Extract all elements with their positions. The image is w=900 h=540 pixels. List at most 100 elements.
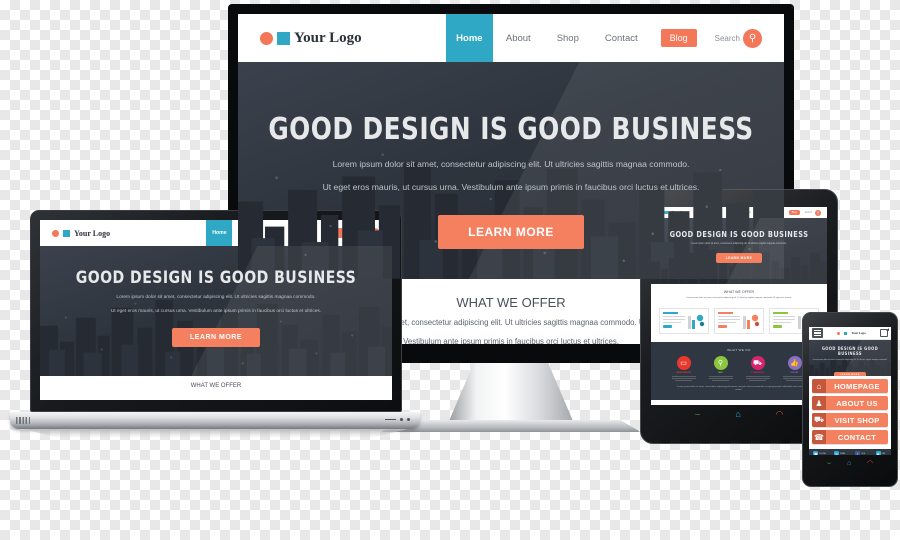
search-label: Search — [804, 211, 812, 214]
social-label: LIKE — [861, 452, 866, 455]
person-icon: ♟ — [812, 396, 826, 410]
card-text-placeholder — [718, 312, 740, 330]
laptop-screen: Your Logo Home About Shop Contact Blog S… — [40, 220, 392, 400]
learn-more-button[interactable]: LEARN MORE — [834, 371, 866, 376]
menu-item-contact[interactable]: ☎ CONTACT — [812, 430, 888, 444]
hero-paragraph-line2: Ut eget eros mauris, ut cursus urna. Ves… — [322, 182, 700, 193]
nav-item-blog[interactable]: Blog — [788, 210, 800, 215]
learn-more-button[interactable]: LEARN MORE — [715, 253, 763, 264]
search-control[interactable]: Search ⚲ — [714, 28, 762, 48]
hero-content: GOOD DESIGN IS GOOD BUSINESS Lorem ipsum… — [651, 218, 827, 264]
search-label: Search — [714, 33, 740, 43]
feature-card[interactable] — [714, 308, 764, 335]
feature-label: WEB DESIGN — [676, 372, 691, 375]
offer-paragraph-line1: Lorem ipsum dolor sit amet, consectetur … — [686, 297, 792, 299]
monitor-icon: ▭ — [676, 356, 691, 371]
square-icon — [63, 229, 70, 237]
rss-icon: ◉ — [875, 451, 881, 455]
nav-item-shop[interactable]: Shop — [544, 33, 592, 44]
learn-more-button[interactable]: LEARN MORE — [171, 327, 261, 347]
nav-item-about[interactable]: About — [493, 33, 544, 44]
menu-item-visit-shop[interactable]: ⛟ VISIT SHOP — [812, 413, 888, 427]
what-we-offer-section: WHAT WE OFFER Lorem ipsum dolor sit amet… — [651, 284, 827, 305]
home-icon: ⌂ — [812, 379, 826, 393]
nav-item-blog[interactable]: Blog — [660, 29, 697, 47]
social-label: PHONE — [819, 452, 826, 455]
laptop-ports — [384, 418, 410, 422]
home-button[interactable]: ⌂ — [847, 460, 851, 467]
testimonial-quote: "Lorem ipsum dolor sit amet, consectetur… — [676, 385, 802, 392]
hero-section: GOOD DESIGN IS GOOD BUSINESS Lorem ipsum… — [651, 218, 827, 284]
feature-circle-item[interactable]: ⚲ SEO — [708, 356, 733, 381]
menu-item-about-us[interactable]: ♟ ABOUT US — [812, 396, 888, 410]
phone-nav-bar: ⌣ ⌂ ◠ — [809, 455, 891, 467]
mail-icon: ✉ — [834, 451, 840, 455]
cart-icon: ⛟ — [750, 356, 765, 371]
magnifier-icon[interactable]: ⚲ — [743, 28, 762, 48]
nav-links: Home About Shop Contact Blog Search ⚲ — [445, 14, 762, 62]
circle-icon — [52, 229, 59, 237]
mobile-topbar: Your Logo — [809, 327, 891, 340]
site-logo[interactable]: Your Logo — [260, 30, 362, 47]
laptop-latch-icon — [16, 417, 30, 424]
social-item-rss[interactable]: ◉ RSS — [871, 451, 890, 455]
feature-circles: ▭ WEB DESIGN ⚲ SEO ⛟ COMMERCE 👍 SOCIAL — [659, 356, 819, 381]
offer-heading: WHAT WE OFFER — [190, 383, 242, 389]
circle-icon — [837, 331, 841, 335]
smartphone: Your Logo GOOD DESIGN IS GOOD BUSINESS L… — [802, 312, 898, 487]
nav-item-home[interactable]: Home — [445, 14, 493, 62]
site-navbar: Your Logo Home About Shop Contact Blog S… — [238, 14, 784, 62]
site-logo[interactable]: Your Logo — [837, 331, 866, 335]
search-control[interactable]: Search ⚲ — [804, 209, 821, 216]
card-text-placeholder — [663, 312, 685, 330]
hamburger-icon[interactable] — [812, 327, 823, 339]
feature-circle-item[interactable]: ⛟ COMMERCE — [745, 356, 770, 381]
home-button[interactable]: ⌂ — [735, 410, 740, 419]
menu-item-homepage[interactable]: ⌂ HOMEPAGE — [812, 379, 888, 393]
circle-icon — [260, 31, 273, 45]
cart-icon: ⛟ — [812, 413, 826, 427]
thumbs-up-icon: 👍 — [787, 356, 802, 371]
menu-item-label: CONTACT — [837, 432, 877, 442]
nav-item-contact[interactable]: Contact — [592, 33, 651, 44]
hero-headline: GOOD DESIGN IS GOOD BUSINESS — [75, 268, 357, 288]
social-item-facebook[interactable]: f LIKE — [851, 451, 870, 455]
share-icon[interactable] — [880, 328, 889, 337]
port-dot-icon — [406, 418, 410, 422]
nav-item-home[interactable]: Home — [206, 220, 233, 246]
site-logo[interactable]: Your Logo — [52, 229, 110, 238]
magnifier-icon[interactable]: ⚲ — [815, 209, 821, 216]
what-we-do-section: WHAT WE DO ▭ WEB DESIGN ⚲ SEO ⛟ COMMERCE… — [651, 342, 827, 400]
phone-frame: Your Logo GOOD DESIGN IS GOOD BUSINESS L… — [802, 312, 898, 487]
feature-card[interactable] — [659, 308, 709, 335]
magnifier-icon: ⚲ — [713, 356, 728, 371]
social-item-email[interactable]: ✉ EMAIL — [830, 451, 849, 455]
feature-circle-item[interactable]: ▭ WEB DESIGN — [671, 356, 696, 381]
social-item-phone[interactable]: ☎ PHONE — [810, 451, 829, 455]
logo-text: Your Logo — [851, 331, 866, 335]
back-button[interactable]: ⌣ — [694, 410, 700, 419]
phone-icon: ☎ — [813, 451, 819, 455]
hero-headline: GOOD DESIGN IS GOOD BUSINESS — [669, 230, 809, 239]
logo-text: Your Logo — [74, 228, 111, 238]
feature-label: SEO — [718, 372, 723, 375]
monitor-stand-neck — [449, 363, 573, 421]
recents-button[interactable]: ◠ — [776, 410, 784, 419]
menu-item-label: ABOUT US — [836, 398, 878, 408]
feature-text-placeholder — [708, 375, 733, 381]
hero-paragraph-line2: Ut eget eros mauris, ut cursus urna. Ves… — [110, 308, 322, 314]
hero-content: GOOD DESIGN IS GOOD BUSINESS Lorem ipsum… — [40, 246, 392, 347]
hero-paragraph-line1: Lorem ipsum dolor sit amet, consectetur … — [812, 359, 888, 361]
phone-screen: Your Logo GOOD DESIGN IS GOOD BUSINESS L… — [809, 327, 891, 455]
learn-more-button[interactable]: LEARN MORE — [438, 214, 584, 249]
hero-paragraph-line1: Lorem ipsum dolor sit amet, consectetur … — [691, 243, 787, 245]
mobile-social-bar: ☎ PHONE ✉ EMAIL f LIKE ◉ RSS — [809, 449, 891, 455]
square-icon — [844, 331, 848, 335]
tablet-nav-bar: ⌣ ⌂ ◠ — [651, 405, 827, 419]
monitor-stand-base — [381, 420, 641, 432]
hero-headline: GOOD DESIGN IS GOOD BUSINESS — [268, 112, 754, 147]
hero-content: GOOD DESIGN IS GOOD BUSINESS Lorem ipsum… — [809, 340, 891, 376]
back-button[interactable]: ⌣ — [827, 460, 832, 467]
hero-section: GOOD DESIGN IS GOOD BUSINESS Lorem ipsum… — [809, 340, 891, 376]
recents-button[interactable]: ◠ — [867, 460, 873, 467]
